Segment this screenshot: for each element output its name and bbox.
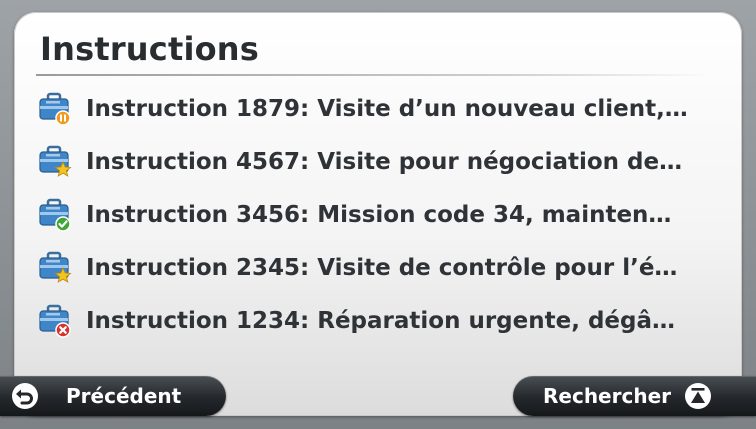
instruction-label: Instruction 4567: Visite pour négociatio… — [86, 148, 683, 175]
screen: Instructions Instruction 1879: Visite d’… — [0, 0, 756, 429]
instruction-label: Instruction 2345: Visite de contrôle pou… — [86, 254, 678, 281]
briefcase-star-icon — [38, 251, 72, 285]
jump-to-top-icon — [683, 381, 713, 411]
briefcase-pending-icon — [38, 92, 72, 126]
instruction-item-1879[interactable]: Instruction 1879: Visite d’un nouveau cl… — [38, 82, 728, 135]
search-button[interactable]: Rechercher — [513, 376, 756, 416]
briefcase-reject-icon — [38, 304, 72, 338]
instruction-label: Instruction 3456: Mission code 34, maint… — [86, 201, 672, 228]
instruction-item-3456[interactable]: Instruction 3456: Mission code 34, maint… — [38, 188, 728, 241]
instruction-item-4567[interactable]: Instruction 4567: Visite pour négociatio… — [38, 135, 728, 188]
instruction-item-2345[interactable]: Instruction 2345: Visite de contrôle pou… — [38, 241, 728, 294]
page-title: Instructions — [40, 30, 260, 68]
briefcase-check-icon — [38, 198, 72, 232]
briefcase-star-icon — [38, 145, 72, 179]
instruction-list: Instruction 1879: Visite d’un nouveau cl… — [38, 82, 728, 347]
search-button-label: Rechercher — [543, 384, 672, 408]
instruction-label: Instruction 1234: Réparation urgente, dé… — [86, 307, 676, 334]
instruction-item-1234[interactable]: Instruction 1234: Réparation urgente, dé… — [38, 294, 728, 347]
instructions-panel: Instructions Instruction 1879: Visite d’… — [14, 12, 742, 416]
title-divider — [36, 74, 712, 76]
back-arrow-icon — [10, 381, 40, 411]
instruction-label: Instruction 1879: Visite d’un nouveau cl… — [86, 95, 688, 122]
back-button[interactable]: Précédent — [0, 376, 226, 416]
back-button-label: Précédent — [66, 384, 182, 408]
